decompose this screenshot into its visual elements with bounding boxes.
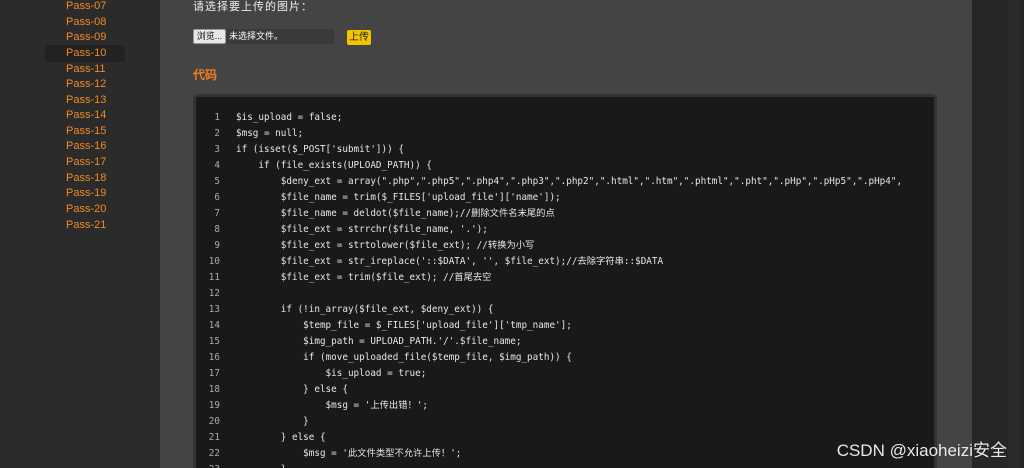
- sidebar-item-pass-17[interactable]: Pass-17: [45, 154, 125, 171]
- sidebar-item-pass-20[interactable]: Pass-20: [45, 201, 125, 218]
- code-text: if (file_exists(UPLOAD_PATH)) {: [236, 160, 432, 171]
- file-input[interactable]: 浏览... 未选择文件。: [193, 29, 334, 44]
- no-file-text: 未选择文件。: [229, 31, 284, 41]
- main-content: 请选择要上传的图片： 浏览... 未选择文件。 上传 代码 1 $is_uploa…: [160, 0, 972, 468]
- line-number: 16: [208, 352, 220, 363]
- line-number: 1: [214, 112, 220, 123]
- code-text: $file_name = trim($_FILES['upload_file']…: [236, 192, 561, 203]
- code-text: if (move_uploaded_file($temp_file, $img_…: [236, 352, 572, 363]
- line-number: 19: [208, 400, 220, 411]
- sidebar-item-pass-10[interactable]: Pass-10: [45, 45, 125, 62]
- line-number: 18: [208, 384, 220, 395]
- line-number: 21: [208, 432, 220, 443]
- line-number: 6: [214, 192, 220, 203]
- line-number: 15: [208, 336, 220, 347]
- code-text: }: [236, 462, 287, 468]
- sidebar-item-pass-07[interactable]: Pass-07: [45, 0, 125, 15]
- line-number: 13: [208, 304, 220, 315]
- code-text: $file_ext = str_ireplace('::$DATA', '', …: [236, 256, 664, 267]
- sidebar-item-pass-12[interactable]: Pass-12: [45, 76, 125, 93]
- code-text: $msg = null;: [236, 128, 304, 139]
- code-text: $msg = '上传出错！';: [236, 400, 429, 411]
- code-text: $img_path = UPLOAD_PATH.'/'.$file_name;: [236, 336, 522, 347]
- code-text: $file_ext = strtolower($file_ext); //转换为…: [236, 240, 535, 251]
- code-text: } else {: [236, 432, 326, 443]
- code-text: $temp_file = $_FILES['upload_file']['tmp…: [236, 320, 572, 331]
- sidebar-item-pass-19[interactable]: Pass-19: [45, 185, 125, 202]
- code-text: $file_ext = strrchr($file_name, '.');: [236, 224, 488, 235]
- code-text: $file_name = deldot($file_name);//删除文件名末…: [236, 208, 555, 219]
- code-text: if (isset($_POST['submit'])) {: [236, 144, 404, 155]
- code-text: $msg = '此文件类型不允许上传！';: [236, 448, 462, 459]
- line-number: 5: [214, 176, 220, 187]
- line-number: 14: [208, 320, 220, 331]
- code-text: $file_ext = trim($file_ext); //首尾去空: [236, 272, 492, 283]
- line-number: 12: [208, 288, 220, 299]
- line-number: 7: [214, 208, 220, 219]
- sidebar-item-pass-14[interactable]: Pass-14: [45, 107, 125, 124]
- sidebar: Pass-07 Pass-08 Pass-09 Pass-10 Pass-11 …: [0, 0, 160, 468]
- code-text: } else {: [236, 384, 348, 395]
- line-number: 10: [208, 256, 220, 267]
- sidebar-item-pass-09[interactable]: Pass-09: [45, 29, 125, 46]
- page: Pass-07 Pass-08 Pass-09 Pass-10 Pass-11 …: [0, 0, 1024, 468]
- line-number: 22: [208, 448, 220, 459]
- line-number: 11: [208, 272, 220, 283]
- scrollbar[interactable]: [1008, 0, 1020, 468]
- sidebar-item-pass-21[interactable]: Pass-21: [45, 217, 125, 234]
- line-number: 4: [214, 160, 220, 171]
- line-number: 9: [214, 240, 220, 251]
- browse-button[interactable]: 浏览...: [193, 29, 226, 44]
- line-number: 8: [214, 224, 220, 235]
- code-text: if (!in_array($file_ext, $deny_ext)) {: [236, 304, 494, 315]
- line-number: 17: [208, 368, 220, 379]
- code-block: 1 $is_upload = false; 2 $msg = null; 3 if (…: [193, 94, 937, 468]
- code-text: $deny_ext = array(".php",".php5",".php4"…: [236, 176, 903, 187]
- code-text: $is_upload = true;: [236, 368, 427, 379]
- line-number: 23: [196, 462, 220, 468]
- code-section-title: 代码: [193, 68, 218, 82]
- sidebar-item-pass-16[interactable]: Pass-16: [45, 138, 125, 155]
- upload-button[interactable]: 上传: [347, 30, 371, 45]
- code-text: $is_upload = false;: [236, 112, 343, 123]
- line-number: 3: [214, 144, 220, 155]
- line-number: 2: [214, 128, 220, 139]
- watermark: CSDN @xiaoheizi安全: [836, 441, 1007, 460]
- upload-prompt: 请选择要上传的图片：: [193, 1, 313, 13]
- code-text: }: [236, 416, 309, 427]
- line-number: 20: [208, 416, 220, 427]
